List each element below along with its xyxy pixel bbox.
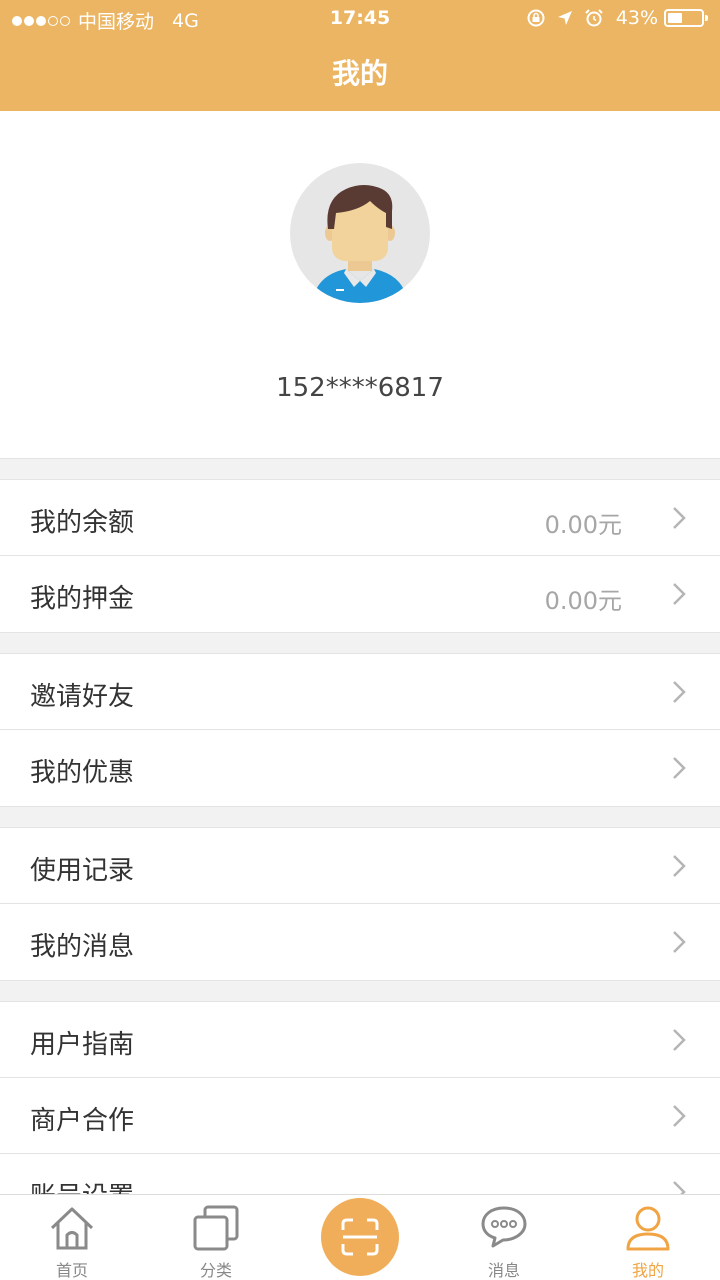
menu-row-label: 商户合作 bbox=[30, 1106, 135, 1136]
menu-row-label: 使用记录 bbox=[30, 856, 135, 886]
menu-row-label: 我的消息 bbox=[30, 932, 135, 962]
deposit-value: 0.00元 bbox=[544, 587, 622, 615]
menu-row-label: 我的优惠 bbox=[30, 758, 135, 788]
rotation-lock-icon bbox=[527, 9, 545, 27]
chat-bubble-icon bbox=[481, 1206, 527, 1248]
avatar[interactable] bbox=[290, 163, 430, 303]
menu-row-balance[interactable]: 我的余额 0.00元 bbox=[0, 480, 720, 556]
battery-percent: 43% bbox=[615, 7, 658, 29]
menu-row-user-guide[interactable]: 用户指南 bbox=[0, 1002, 720, 1078]
category-icon bbox=[193, 1205, 239, 1251]
profile-section: 152****6817 bbox=[0, 111, 720, 459]
menu-row-my-messages[interactable]: 我的消息 bbox=[0, 904, 720, 980]
chevron-right-icon bbox=[673, 681, 686, 703]
status-bar: 中国移动 4G 17:45 43% bbox=[0, 0, 720, 40]
user-avatar-icon bbox=[312, 185, 408, 303]
alarm-icon bbox=[585, 9, 603, 27]
records-group: 使用记录 我的消息 bbox=[0, 827, 720, 981]
menu-row-label: 我的余额 bbox=[30, 508, 135, 538]
tab-category[interactable]: 分类 bbox=[144, 1195, 288, 1280]
tab-label: 消息 bbox=[487, 1261, 520, 1280]
balance-value: 0.00元 bbox=[544, 511, 622, 539]
user-phone-number: 152****6817 bbox=[276, 373, 444, 403]
menu-row-my-coupons[interactable]: 我的优惠 bbox=[0, 730, 720, 806]
chevron-right-icon bbox=[673, 757, 686, 779]
scan-icon bbox=[341, 1218, 379, 1256]
chevron-right-icon bbox=[673, 507, 686, 529]
promo-group: 邀请好友 我的优惠 bbox=[0, 653, 720, 807]
chevron-right-icon bbox=[673, 1029, 686, 1051]
user-profile-icon bbox=[626, 1206, 670, 1251]
location-arrow-icon bbox=[557, 11, 572, 25]
menu-row-label: 用户指南 bbox=[30, 1030, 135, 1060]
menu-row-invite-friends[interactable]: 邀请好友 bbox=[0, 654, 720, 730]
chevron-right-icon bbox=[673, 855, 686, 877]
menu-row-deposit[interactable]: 我的押金 0.00元 bbox=[0, 556, 720, 632]
menu-row-label: 邀请好友 bbox=[30, 682, 135, 712]
chevron-right-icon bbox=[673, 1105, 686, 1127]
tab-label: 首页 bbox=[55, 1261, 88, 1280]
menu-row-merchant-cooperation[interactable]: 商户合作 bbox=[0, 1078, 720, 1154]
chevron-right-icon bbox=[673, 583, 686, 605]
wallet-group: 我的余额 0.00元 我的押金 0.00元 bbox=[0, 479, 720, 633]
app-header: 中国移动 4G 17:45 43% 我的 bbox=[0, 0, 720, 111]
page-title: 我的 bbox=[331, 57, 388, 90]
scan-button[interactable] bbox=[321, 1198, 399, 1276]
tab-messages[interactable]: 消息 bbox=[432, 1195, 576, 1280]
menu-row-usage-history[interactable]: 使用记录 bbox=[0, 828, 720, 904]
tab-label: 我的 bbox=[631, 1261, 664, 1280]
chevron-right-icon bbox=[673, 931, 686, 953]
tab-mine[interactable]: 我的 bbox=[576, 1195, 720, 1280]
tab-label: 分类 bbox=[199, 1261, 232, 1280]
battery-icon bbox=[664, 9, 708, 27]
home-icon bbox=[50, 1207, 94, 1250]
menu-row-label: 我的押金 bbox=[30, 584, 135, 614]
tab-home[interactable]: 首页 bbox=[0, 1195, 144, 1280]
